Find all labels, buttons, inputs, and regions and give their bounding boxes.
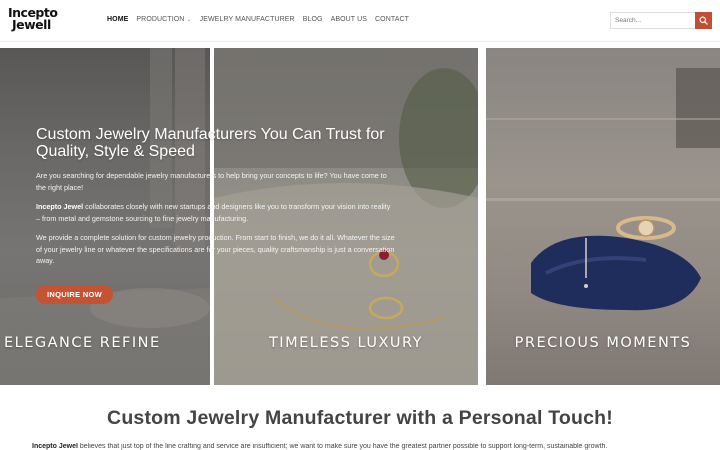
section-intro-text: believes that just top of the line craft…	[77, 443, 608, 450]
hero-title: Custom Jewelry Manufacturers You Can Tru…	[36, 126, 385, 160]
nav-production[interactable]: PRODUCTION ⌄	[136, 16, 191, 23]
hero-panel-precious: PRECIOUS MOMENTS	[486, 48, 720, 385]
inquire-now-button[interactable]: INQUIRE NOW	[36, 285, 113, 304]
search-button[interactable]	[695, 12, 712, 29]
hero-text-block: Custom Jewelry Manufacturers You Can Tru…	[36, 126, 396, 275]
site-logo[interactable]: Incepto Jewell	[8, 6, 58, 32]
section-title: Custom Jewelry Manufacturer with a Perso…	[107, 407, 613, 429]
search-input[interactable]	[610, 12, 696, 29]
nav-about-us[interactable]: ABOUT US	[331, 16, 367, 23]
hero-caption-precious: PRECIOUS MOMENTS	[514, 335, 692, 351]
hero-caption-elegance: ELEGANCE REFINE	[4, 335, 161, 351]
search-icon	[699, 16, 708, 25]
chevron-down-icon: ⌄	[186, 17, 192, 23]
hero-caption-luxury: TIMELESS LUXURY	[268, 335, 424, 351]
hero-paragraph-2: Incepto Jewel collaborates closely with …	[36, 201, 396, 224]
hero-paragraph-3: We provide a complete solution for custo…	[36, 233, 395, 265]
nav-blog[interactable]: BLOG	[303, 16, 323, 23]
logo-line-2: Jewell	[12, 17, 51, 32]
hero-paragraph-2-text: collaborates closely with new startups a…	[36, 202, 391, 223]
nav-production-label: PRODUCTION	[136, 16, 185, 23]
hero-banner: ELEGANCE REFINE TIMELESS LUXURY PRECIOUS…	[0, 48, 720, 385]
search-form	[610, 12, 712, 29]
hero-paragraph-1: Are you searching for dependable jewelry…	[36, 171, 387, 192]
section-brand-name: Incepto Jewel	[32, 443, 78, 450]
hero-brand-name: Incepto Jewel	[36, 202, 84, 211]
main-nav: HOME PRODUCTION ⌄ JEWELRY MANUFACTURER BL…	[107, 16, 417, 23]
nav-jewelry-manufacturer[interactable]: JEWELRY MANUFACTURER	[200, 16, 295, 23]
section-intro: Incepto Jewel believes that just top of …	[32, 443, 692, 450]
nav-home[interactable]: HOME	[107, 16, 128, 23]
site-header: Incepto Jewell HOME PRODUCTION ⌄ JEWELRY …	[0, 0, 720, 42]
nav-contact[interactable]: CONTACT	[375, 16, 409, 23]
